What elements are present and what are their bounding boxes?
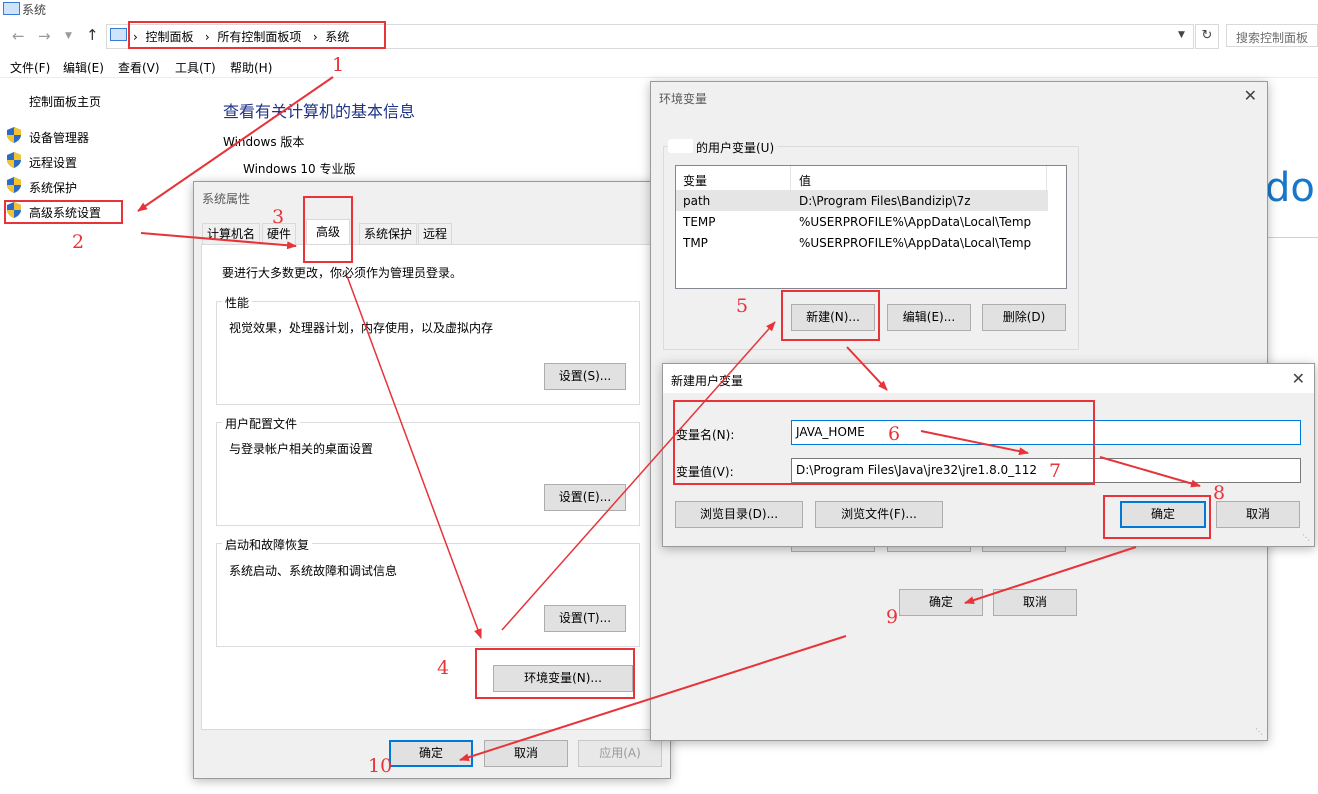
arrow-step-1 xyxy=(137,76,334,212)
step-number-5: 5 xyxy=(736,295,749,317)
step-number-2: 2 xyxy=(72,231,85,253)
arrow-step-7 xyxy=(1099,456,1201,488)
step-number-4: 4 xyxy=(437,657,450,679)
arrow-step-8 xyxy=(964,546,1137,605)
arrow-step-9 xyxy=(459,635,847,762)
step-number-8: 8 xyxy=(1213,482,1226,504)
arrow-step-6 xyxy=(920,430,1029,456)
step-number-6: 6 xyxy=(888,423,901,445)
step-number-9: 9 xyxy=(886,606,899,628)
arrow-step-2 xyxy=(140,232,297,250)
arrow-step-5 xyxy=(846,346,888,391)
step-number-10: 10 xyxy=(368,755,393,777)
arrow-step-4 xyxy=(501,321,776,631)
step-number-3: 3 xyxy=(272,206,285,228)
arrow-step-3 xyxy=(346,275,482,639)
step-number-7: 7 xyxy=(1049,460,1062,482)
step-number-1: 1 xyxy=(332,54,345,76)
annotation-arrows xyxy=(137,76,1201,762)
